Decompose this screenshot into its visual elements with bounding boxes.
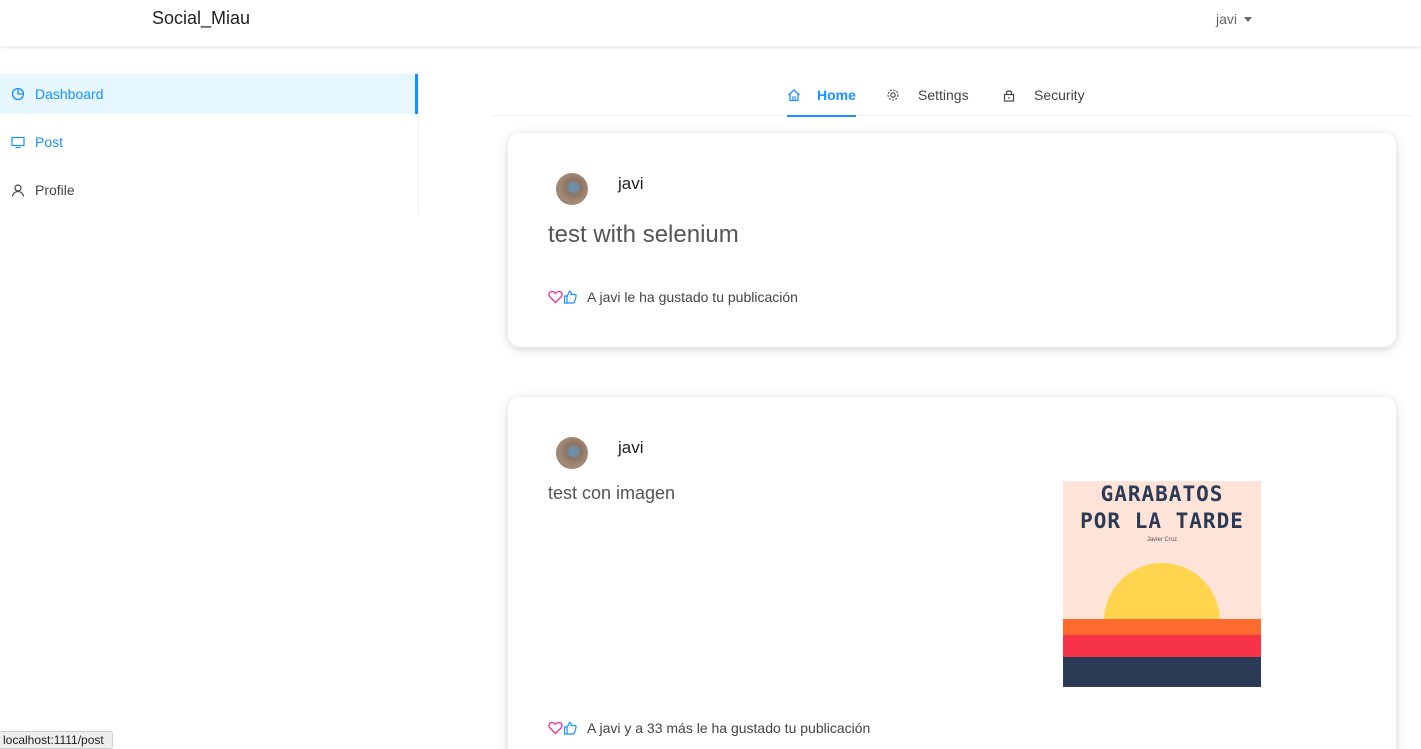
top-navbar: Social_Miau javi <box>0 0 1421 46</box>
reactions-icons[interactable] <box>548 290 577 304</box>
stripe-red <box>1063 635 1261 657</box>
tab-bar: Home Settings Security <box>492 74 1412 117</box>
home-icon <box>787 87 803 103</box>
avatar[interactable] <box>556 173 588 205</box>
stripe-orange <box>1063 619 1261 635</box>
thumbs-up-icon <box>563 290 577 304</box>
stripe-navy <box>1063 657 1261 687</box>
post-card: javi test con imagen GARABATOS POR LA TA… <box>508 397 1396 749</box>
pie-chart-icon <box>10 86 26 102</box>
likes-text: A javi le ha gustado tu publicación <box>587 289 798 305</box>
cover-title: GARABATOS POR LA TARDE <box>1063 481 1261 535</box>
heart-icon <box>548 721 563 735</box>
sidebar-item-post[interactable]: Post <box>0 122 418 162</box>
sidebar-item-dashboard[interactable]: Dashboard <box>0 74 418 114</box>
post-likes: A javi y a 33 más le ha gustado tu publi… <box>548 720 870 736</box>
sidebar-item-label: Profile <box>35 182 75 198</box>
monitor-icon <box>10 134 26 150</box>
reactions-icons[interactable] <box>548 721 577 735</box>
post-author[interactable]: javi <box>618 174 644 194</box>
post-text: test con imagen <box>548 483 676 503</box>
cover-author: Javier Cruz <box>1146 537 1178 543</box>
post-author[interactable]: javi <box>618 438 644 458</box>
gear-icon <box>886 87 902 103</box>
thumbs-up-icon <box>563 721 577 735</box>
user-name: javi <box>1216 11 1238 27</box>
user-menu-dropdown[interactable]: javi <box>1216 11 1253 27</box>
tab-home[interactable]: Home <box>787 74 856 117</box>
post-likes: A javi le ha gustado tu publicación <box>548 289 798 305</box>
avatar[interactable] <box>556 437 588 469</box>
tab-label: Home <box>817 87 856 103</box>
cover-title-line1: GARABATOS <box>1100 482 1224 506</box>
user-icon <box>10 182 26 198</box>
likes-text: A javi y a 33 más le ha gustado tu publi… <box>587 720 871 736</box>
sidebar-item-profile[interactable]: Profile <box>0 170 418 210</box>
app-brand[interactable]: Social_Miau <box>152 8 250 29</box>
post-image[interactable]: GARABATOS POR LA TARDE Javier Cruz <box>1063 481 1261 687</box>
sidebar-item-label: Post <box>35 134 64 150</box>
post-text: test with selenium <box>548 221 739 248</box>
sidebar-item-label: Dashboard <box>35 86 104 102</box>
status-bar-url: localhost:1111/post <box>0 731 113 749</box>
lock-icon <box>1002 87 1018 103</box>
heart-icon <box>548 290 563 304</box>
caret-down-icon <box>1244 17 1253 22</box>
tab-settings[interactable]: Settings <box>886 74 969 116</box>
tab-label: Settings <box>918 87 969 103</box>
tab-security[interactable]: Security <box>1002 74 1085 116</box>
cover-title-line2: POR LA TARDE <box>1080 509 1244 533</box>
tab-label: Security <box>1034 87 1085 103</box>
post-card: javi test with selenium A javi le ha gus… <box>508 133 1396 347</box>
sidebar-menu: Dashboard Post Profile <box>0 74 419 214</box>
